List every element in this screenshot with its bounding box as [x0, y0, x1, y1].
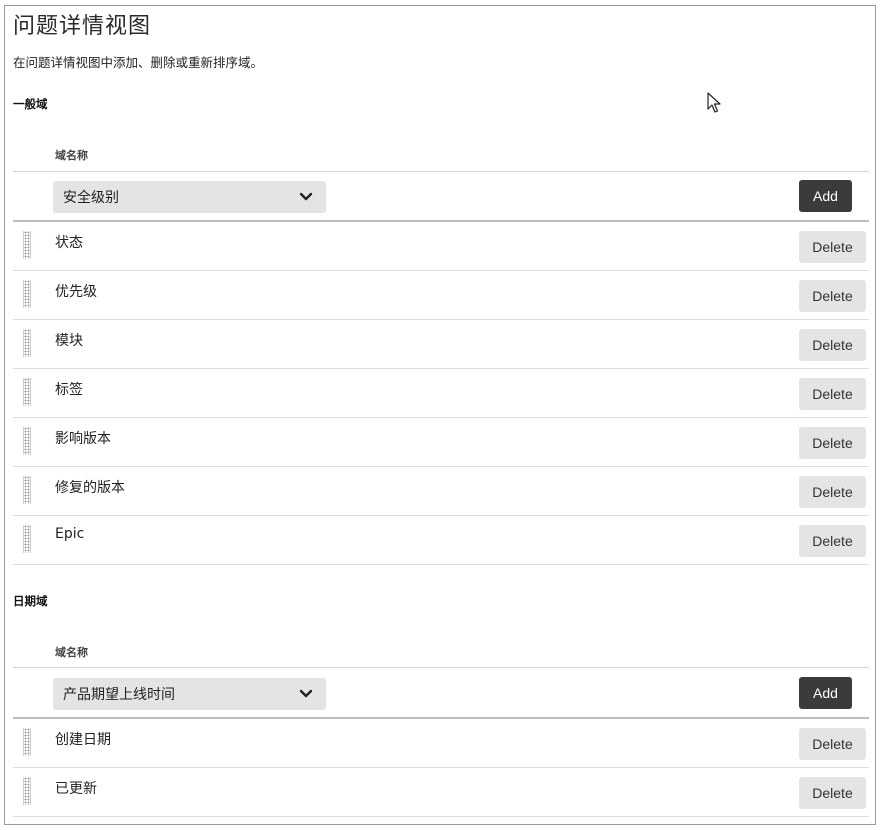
drag-handle-icon[interactable] — [23, 427, 31, 455]
date-add-button[interactable]: Add — [799, 677, 852, 709]
delete-button[interactable]: Delete — [799, 231, 866, 263]
field-name: 修复的版本 — [55, 480, 125, 496]
delete-button[interactable]: Delete — [799, 525, 866, 557]
drag-handle-icon[interactable] — [23, 777, 31, 805]
field-name: 优先级 — [55, 284, 97, 300]
mouse-pointer-icon — [707, 92, 721, 113]
drag-handle-icon[interactable] — [23, 231, 31, 259]
general-add-button[interactable]: Add — [799, 180, 852, 212]
chevron-down-icon — [298, 686, 314, 702]
delete-button[interactable]: Delete — [799, 476, 866, 508]
field-name: 创建日期 — [55, 732, 111, 748]
list-item[interactable]: 状态 Delete — [13, 222, 869, 271]
field-name: 影响版本 — [55, 431, 111, 447]
row-divider — [13, 816, 869, 817]
delete-button[interactable]: Delete — [799, 280, 866, 312]
field-name: 已更新 — [55, 781, 97, 797]
list-item[interactable]: Epic Delete — [13, 516, 869, 565]
general-header-divider — [13, 171, 869, 172]
general-section-title: 一般域 — [13, 97, 48, 111]
date-header-divider — [13, 667, 869, 668]
drag-handle-icon[interactable] — [23, 728, 31, 756]
delete-button[interactable]: Delete — [799, 378, 866, 410]
field-name: 标签 — [55, 382, 83, 398]
list-item[interactable]: 优先级 Delete — [13, 271, 869, 320]
list-item[interactable]: 标签 Delete — [13, 369, 869, 418]
field-name: Epic — [55, 526, 85, 542]
date-section-title: 日期域 — [13, 594, 48, 608]
field-name: 状态 — [55, 235, 83, 251]
delete-button[interactable]: Delete — [799, 427, 866, 459]
drag-handle-icon[interactable] — [23, 476, 31, 504]
general-field-select[interactable]: 安全级别 — [53, 181, 326, 213]
page-title: 问题详情视图 — [13, 14, 152, 39]
delete-button[interactable]: Delete — [799, 728, 866, 760]
list-item[interactable]: 修复的版本 Delete — [13, 467, 869, 516]
list-item[interactable]: 已更新 Delete — [13, 768, 869, 817]
issue-detail-view-panel: 问题详情视图 在问题详情视图中添加、删除或重新排序域。 一般域 域名称 安全级别… — [4, 5, 876, 825]
drag-handle-icon[interactable] — [23, 280, 31, 308]
date-select-value: 产品期望上线时间 — [63, 687, 175, 703]
field-name: 模块 — [55, 333, 83, 349]
delete-button[interactable]: Delete — [799, 777, 866, 809]
delete-button[interactable]: Delete — [799, 329, 866, 361]
drag-handle-icon[interactable] — [23, 378, 31, 406]
list-item[interactable]: 影响版本 Delete — [13, 418, 869, 467]
date-column-header: 域名称 — [55, 646, 88, 659]
page-description: 在问题详情视图中添加、删除或重新排序域。 — [13, 55, 264, 70]
date-field-select[interactable]: 产品期望上线时间 — [53, 678, 326, 710]
row-divider — [13, 564, 869, 565]
list-item[interactable]: 模块 Delete — [13, 320, 869, 369]
general-select-value: 安全级别 — [63, 190, 119, 206]
general-column-header: 域名称 — [55, 149, 88, 162]
list-item[interactable]: 创建日期 Delete — [13, 719, 869, 768]
chevron-down-icon — [298, 189, 314, 205]
drag-handle-icon[interactable] — [23, 329, 31, 357]
drag-handle-icon[interactable] — [23, 525, 31, 553]
